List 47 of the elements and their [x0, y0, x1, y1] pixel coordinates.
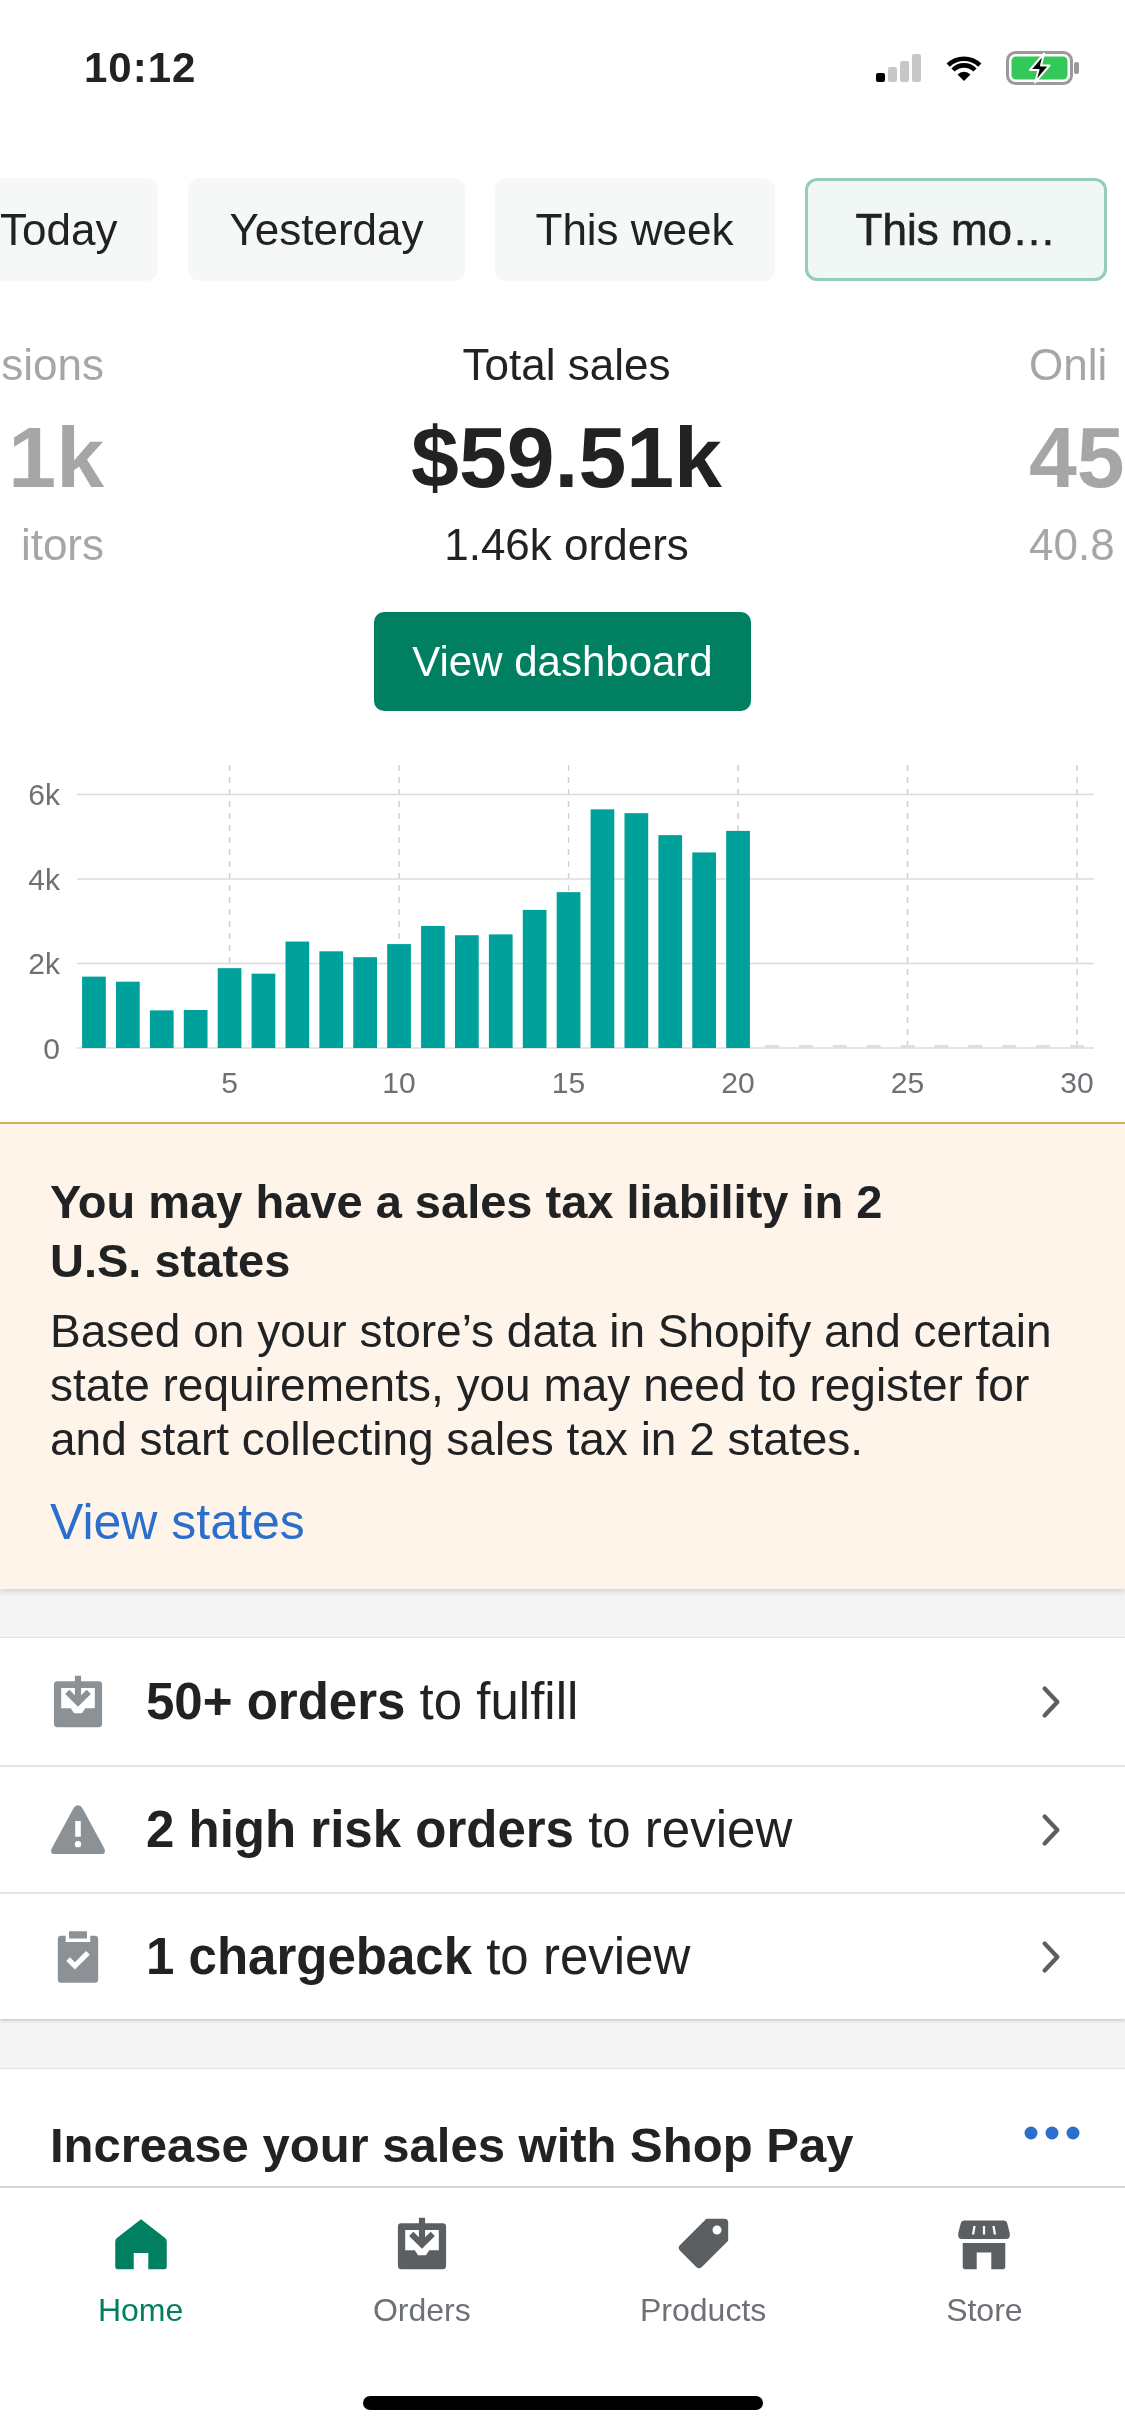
date-range-tab[interactable]: Yesterday: [188, 178, 465, 281]
nav-tab[interactable]: Orders: [281, 2188, 563, 2330]
y-axis-label: 6k: [28, 778, 60, 812]
metric-value: 1k: [8, 408, 104, 507]
sales-bar: [149, 1010, 174, 1048]
y-axis-label: 4k: [28, 862, 60, 896]
battery-charging-icon: [1006, 51, 1080, 85]
banner-title: You may have a sales tax liability in 2 U.S. states: [50, 1174, 884, 1289]
card-title: Increase your sales with Shop Pay: [50, 2117, 854, 2174]
chevron-right-icon: [1041, 1939, 1061, 1974]
metric-label: sions: [1, 339, 104, 391]
more-icon[interactable]: [1024, 2126, 1080, 2140]
metric-value: $59.51k: [411, 408, 722, 507]
sales-bar: [183, 1010, 208, 1048]
chevron-right-icon: [1041, 1684, 1061, 1719]
metric-detail: itors: [20, 519, 104, 571]
nav-tab[interactable]: Products: [562, 2188, 844, 2330]
x-axis-label: 30: [1060, 1065, 1094, 1099]
view-states-link[interactable]: View states: [50, 1492, 305, 1552]
task-row[interactable]: 50+ orders to fulfill: [0, 1638, 1125, 1765]
metric-detail: 1.46k orders: [444, 519, 689, 571]
nav-tab[interactable]: Home: [0, 2188, 282, 2330]
signal-icon: [876, 54, 922, 82]
x-axis-label: 5: [221, 1065, 238, 1099]
sales-bar: [116, 981, 140, 1048]
banner-message: Based on your store’s data in Shopify and certain state requirements, you may need to register for and start collecting sales tax in 2 states.: [50, 1304, 1053, 1466]
date-range-tab[interactable]: This mo…: [804, 178, 1108, 281]
nav-tab[interactable]: Store: [843, 2188, 1125, 2330]
x-axis-label: 20: [721, 1065, 755, 1099]
date-range-tab[interactable]: This week: [494, 178, 775, 281]
sales-bar: [82, 976, 106, 1048]
x-axis-label: 10: [382, 1065, 416, 1099]
task-row[interactable]: 2 high risk orders to review: [0, 1765, 1125, 1892]
y-axis-label: 2k: [28, 947, 60, 980]
chevron-right-icon: [1041, 1812, 1061, 1847]
date-range-tab[interactable]: Today: [0, 178, 159, 281]
view-dashboard-button[interactable]: View dashboard: [374, 612, 751, 711]
metric-label: Total sales: [462, 339, 671, 391]
metric-value: 45: [1029, 408, 1125, 507]
x-axis-label: 15: [551, 1065, 586, 1099]
y-axis-label: 0: [43, 1031, 60, 1065]
x-axis-label: 25: [890, 1065, 925, 1099]
wifi-icon: [944, 53, 984, 83]
metric-label: Onli: [1029, 339, 1108, 391]
task-row[interactable]: 1 chargeback to review: [0, 1892, 1125, 2019]
status-time: 10:12: [84, 44, 197, 92]
metric-detail: 40.8: [1029, 519, 1115, 571]
